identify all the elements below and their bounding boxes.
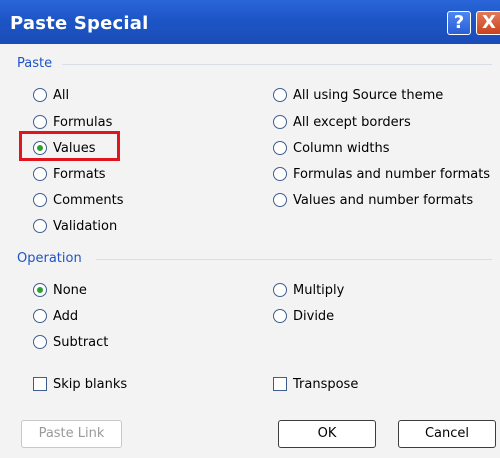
option-label: Column widths	[293, 140, 390, 156]
option-label: None	[53, 282, 87, 298]
option-label: Formulas	[53, 114, 113, 130]
paste-validation-option[interactable]: Validation	[33, 217, 117, 235]
paste-section-label: Paste	[17, 56, 53, 71]
radio-icon[interactable]	[33, 115, 47, 129]
option-label: Transpose	[293, 376, 359, 392]
radio-icon[interactable]	[33, 309, 47, 323]
radio-icon[interactable]	[33, 219, 47, 233]
operation-none-option[interactable]: None	[33, 281, 87, 299]
option-label: All except borders	[293, 114, 411, 130]
paste-all-except-borders-option[interactable]: All except borders	[273, 113, 411, 131]
option-label: Multiply	[293, 282, 345, 298]
paste-formulas-number-formats-option[interactable]: Formulas and number formats	[273, 165, 490, 183]
help-icon: ?	[453, 12, 465, 33]
option-label: Values and number formats	[293, 192, 474, 208]
option-label: Formulas and number formats	[293, 166, 491, 182]
option-label: All using Source theme	[293, 87, 444, 103]
option-label: Subtract	[53, 334, 109, 350]
option-label: Skip blanks	[53, 376, 128, 392]
radio-icon[interactable]	[273, 309, 287, 323]
radio-icon[interactable]	[273, 115, 287, 129]
skip-blanks-option[interactable]: Skip blanks	[33, 375, 127, 393]
transpose-option[interactable]: Transpose	[273, 375, 358, 393]
title-bar: Paste Special ? X	[0, 0, 500, 44]
option-label: Validation	[53, 218, 118, 234]
option-label: Comments	[53, 192, 124, 208]
radio-icon[interactable]	[33, 167, 47, 181]
radio-icon[interactable]	[273, 193, 287, 207]
paste-link-button[interactable]: Paste Link	[21, 420, 122, 448]
operation-subtract-option[interactable]: Subtract	[33, 333, 108, 351]
values-highlight-box	[19, 131, 120, 161]
option-label: Formats	[53, 166, 106, 182]
window-title: Paste Special	[10, 13, 149, 34]
radio-icon[interactable]	[273, 88, 287, 102]
radio-icon[interactable]	[33, 283, 47, 297]
paste-formulas-option[interactable]: Formulas	[33, 113, 112, 131]
checkbox-icon[interactable]	[33, 377, 47, 391]
dialog-body: Paste All Formulas Values Formats Commen…	[0, 44, 500, 458]
close-icon: X	[482, 12, 496, 33]
checkbox-icon[interactable]	[273, 377, 287, 391]
cancel-button[interactable]: Cancel	[398, 420, 496, 448]
paste-values-number-formats-option[interactable]: Values and number formats	[273, 191, 473, 209]
radio-icon[interactable]	[273, 283, 287, 297]
radio-icon[interactable]	[33, 335, 47, 349]
operation-section-label: Operation	[17, 251, 82, 266]
option-label: Divide	[293, 308, 335, 324]
ok-button[interactable]: OK	[278, 420, 376, 448]
paste-column-widths-option[interactable]: Column widths	[273, 139, 390, 157]
paste-all-option[interactable]: All	[33, 86, 69, 104]
operation-section-divider	[96, 259, 492, 260]
close-button[interactable]: X	[476, 11, 500, 35]
paste-section-divider	[62, 64, 492, 65]
paste-all-source-theme-option[interactable]: All using Source theme	[273, 86, 443, 104]
radio-icon[interactable]	[273, 167, 287, 181]
operation-divide-option[interactable]: Divide	[273, 307, 334, 325]
paste-comments-option[interactable]: Comments	[33, 191, 123, 209]
radio-icon[interactable]	[33, 88, 47, 102]
operation-multiply-option[interactable]: Multiply	[273, 281, 344, 299]
paste-formats-option[interactable]: Formats	[33, 165, 106, 183]
operation-add-option[interactable]: Add	[33, 307, 78, 325]
radio-icon[interactable]	[273, 141, 287, 155]
option-label: All	[53, 87, 70, 103]
radio-icon[interactable]	[33, 193, 47, 207]
option-label: Add	[53, 308, 79, 324]
help-button[interactable]: ?	[447, 11, 471, 35]
